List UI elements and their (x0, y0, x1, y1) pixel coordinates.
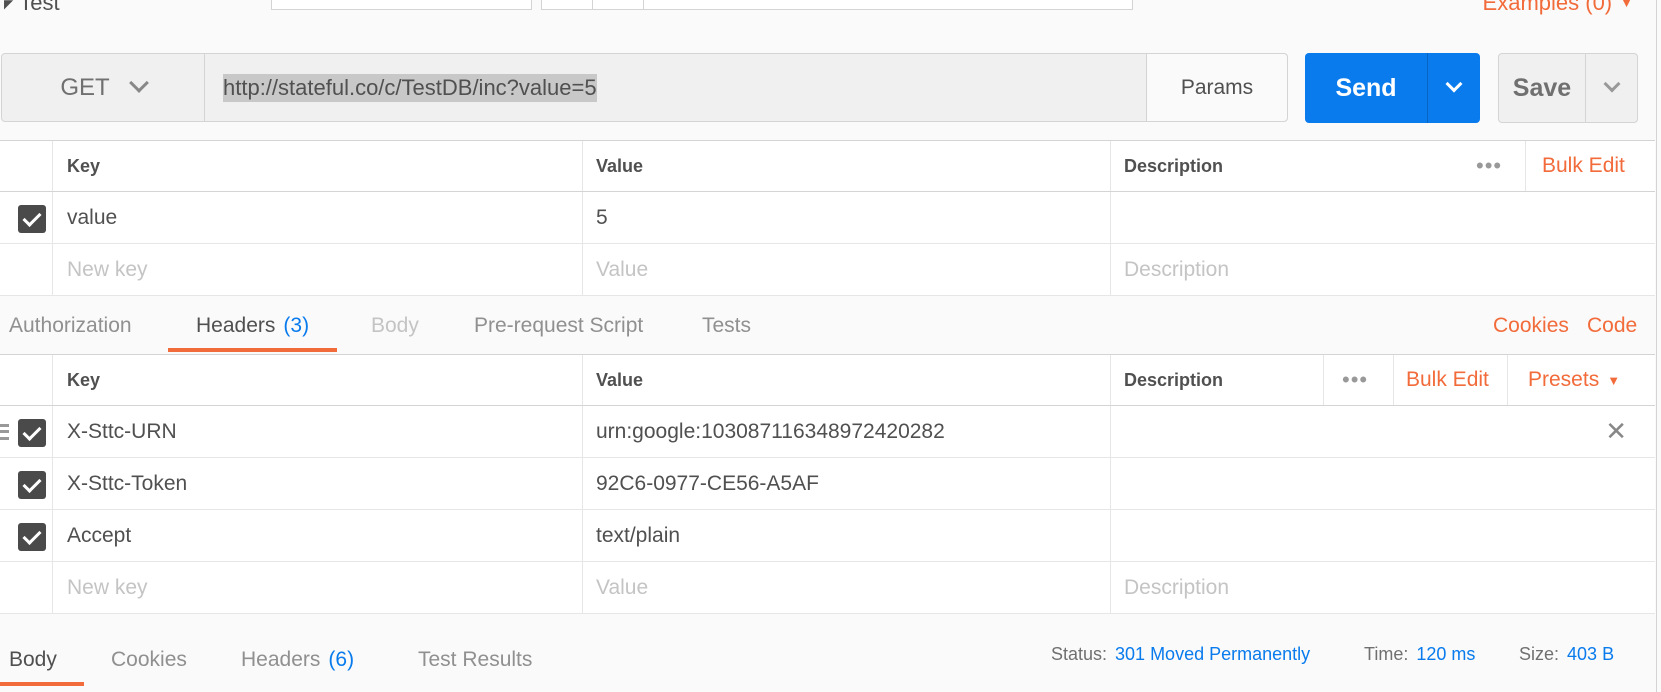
tab-headers[interactable]: Headers (3) (168, 300, 338, 352)
pane-divider (1656, 0, 1657, 692)
chevron-down-icon (1603, 75, 1620, 93)
caret-down-icon: ▼ (1607, 372, 1621, 388)
new-key-input[interactable]: New key (67, 562, 148, 613)
tab-response-cookies[interactable]: Cookies (111, 634, 187, 686)
tab-slot[interactable] (541, 0, 1133, 10)
tab-pre-request-script[interactable]: Pre-request Script (474, 300, 643, 352)
cookies-link[interactable]: Cookies (1493, 300, 1569, 352)
tab-slot[interactable] (271, 0, 532, 10)
header-value[interactable]: urn:google:103087116348972420282 (596, 406, 945, 457)
header-key[interactable]: X-Sttc-Token (67, 458, 187, 509)
drag-handle-icon[interactable] (0, 424, 9, 440)
send-button[interactable]: Send (1305, 53, 1427, 123)
param-value[interactable]: 5 (596, 192, 608, 243)
request-name[interactable]: ◤ Test (4, 0, 60, 16)
caret-down-icon: ▼ (1620, 0, 1633, 10)
chevron-down-icon (1445, 75, 1463, 93)
collapse-triangle-icon[interactable]: ◤ (4, 0, 13, 11)
new-row: New key Value Description (0, 562, 1655, 614)
params-table: Key Value Description ••• Bulk Edit valu… (0, 140, 1655, 296)
more-options-icon[interactable]: ••• (1342, 355, 1368, 405)
table-row: X-Sttc-URN urn:google:103087116348972420… (0, 406, 1655, 458)
examples-dropdown[interactable]: Examples (0) ▼ (1483, 0, 1633, 16)
row-checkbox[interactable] (18, 523, 46, 551)
chevron-down-icon (128, 72, 149, 93)
tab-body[interactable]: Body (371, 300, 419, 352)
delete-row-icon[interactable]: ✕ (1605, 406, 1627, 457)
bulk-edit-link[interactable]: Bulk Edit (1406, 355, 1489, 405)
new-key-input[interactable]: New key (67, 244, 148, 295)
headers-table: Key Value Description ••• Bulk Edit Pres… (0, 354, 1655, 614)
header-key[interactable]: Accept (67, 510, 131, 561)
top-strip: ◤ Test Examples (0) ▼ (0, 0, 1661, 16)
size-value[interactable]: 403 B (1567, 644, 1614, 665)
table-row: Accept text/plain (0, 510, 1655, 562)
param-key[interactable]: value (67, 192, 117, 243)
header-key[interactable]: X-Sttc-URN (67, 406, 177, 457)
params-button[interactable]: Params (1146, 54, 1287, 121)
presets-dropdown[interactable]: Presets ▼ (1528, 355, 1620, 405)
tab-test-results[interactable]: Test Results (418, 634, 532, 686)
send-button-group: Send (1305, 53, 1480, 123)
response-tabs: Body Cookies Headers (6) Test Results Sta… (0, 634, 1661, 686)
time-value[interactable]: 120 ms (1416, 644, 1475, 665)
header-value[interactable]: 92C6-0977-CE56-A5AF (596, 458, 819, 509)
more-options-icon[interactable]: ••• (1476, 141, 1502, 191)
save-options-button[interactable] (1585, 54, 1637, 122)
tab-response-body[interactable]: Body (0, 634, 84, 686)
tab-tests[interactable]: Tests (702, 300, 751, 352)
response-size: Size: 403 B (1519, 643, 1615, 665)
row-checkbox[interactable] (18, 471, 46, 499)
table-row: value 5 (0, 192, 1655, 244)
tab-authorization[interactable]: Authorization (9, 300, 132, 352)
params-table-header: Key Value Description ••• Bulk Edit (0, 140, 1655, 192)
status-value[interactable]: 301 Moved Permanently (1115, 644, 1310, 665)
tab-response-headers[interactable]: Headers (6) (241, 634, 354, 686)
code-link[interactable]: Code (1587, 300, 1637, 352)
request-tabs: Authorization Headers (3) Body Pre-reques… (0, 300, 1661, 352)
method-select[interactable]: GET (2, 54, 205, 121)
response-time: Time: 120 ms (1364, 643, 1476, 665)
header-value[interactable]: text/plain (596, 510, 680, 561)
new-value-input[interactable]: Value (596, 244, 648, 295)
new-value-input[interactable]: Value (596, 562, 648, 613)
save-button-group: Save (1498, 53, 1638, 123)
new-row: New key Value Description (0, 244, 1655, 296)
table-row: X-Sttc-Token 92C6-0977-CE56-A5AF (0, 458, 1655, 510)
new-description-input[interactable]: Description (1124, 562, 1229, 613)
response-status: Status: 301 Moved Permanently (1051, 643, 1311, 665)
bulk-edit-link[interactable]: Bulk Edit (1542, 141, 1625, 191)
new-description-input[interactable]: Description (1124, 244, 1229, 295)
send-options-button[interactable] (1427, 53, 1480, 123)
headers-table-header: Key Value Description ••• Bulk Edit Pres… (0, 354, 1655, 406)
save-button[interactable]: Save (1499, 54, 1585, 122)
row-checkbox[interactable] (18, 205, 46, 233)
request-url-bar: GET http://stateful.co/c/TestDB/inc?valu… (1, 53, 1288, 122)
url-input[interactable]: http://stateful.co/c/TestDB/inc?value=5 (205, 54, 1146, 121)
row-checkbox[interactable] (18, 419, 46, 447)
